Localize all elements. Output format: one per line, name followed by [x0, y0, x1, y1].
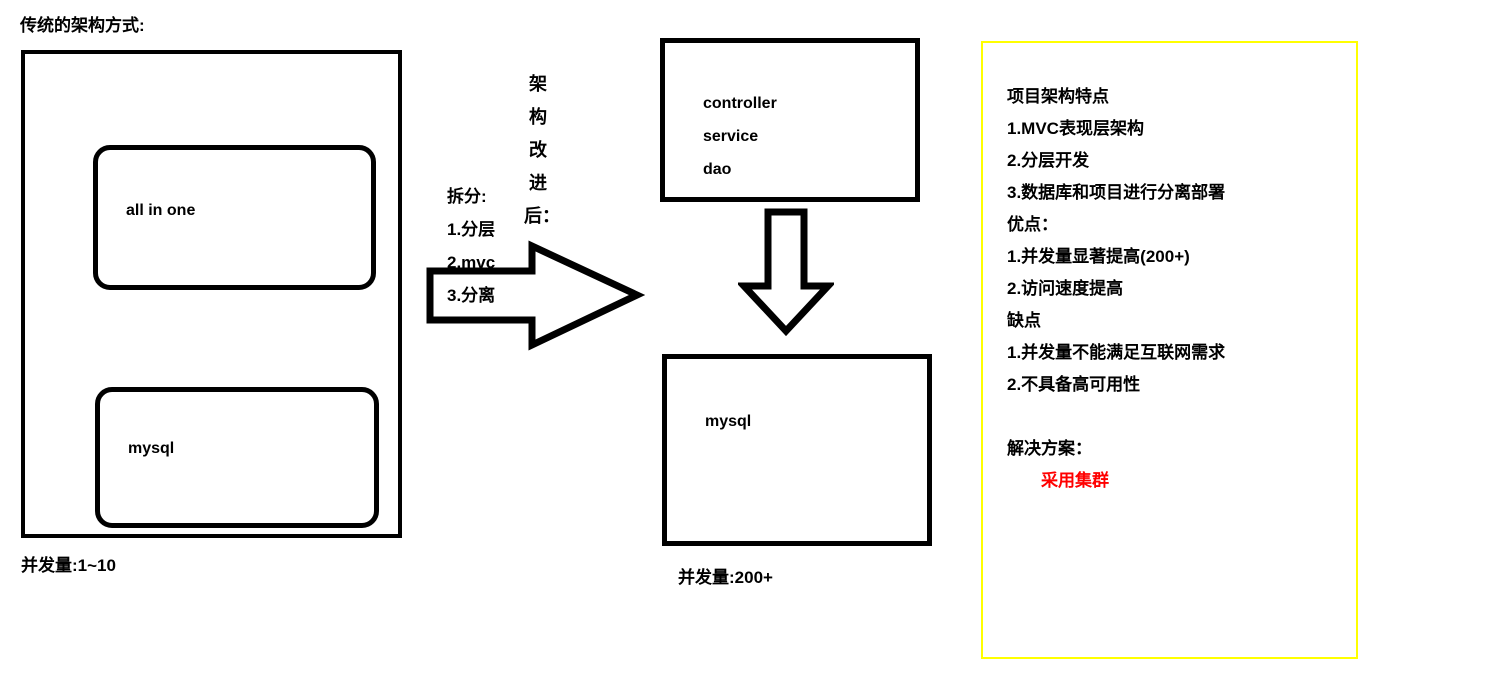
vertical-char-4: 进	[529, 173, 547, 193]
notes-list: 项目架构特点 1.MVC表现层架构 2.分层开发 3.数据库和项目进行分离部署 …	[1007, 81, 1348, 497]
note-line-9: 1.并发量不能满足互联网需求	[1007, 343, 1226, 362]
vertical-char-3: 改	[529, 140, 547, 160]
arrow-down-icon	[738, 208, 834, 337]
layer-controller: controller	[703, 95, 777, 112]
note-line-1: 项目架构特点	[1007, 87, 1109, 106]
layer-list: controller service dao	[703, 87, 777, 186]
split-item-2: 2.mvc	[447, 253, 496, 272]
split-item-1: 1.分层	[447, 220, 496, 239]
diagram-canvas: 传统的架构方式: all in one mysql 并发量:1~10 架 构 改…	[0, 0, 1489, 693]
layer-dao: dao	[703, 161, 732, 178]
note-line-2: 1.MVC表现层架构	[1007, 119, 1144, 138]
note-line-4: 3.数据库和项目进行分离部署	[1007, 183, 1226, 202]
vertical-char-1: 架	[529, 74, 547, 94]
vertical-char-2: 构	[529, 107, 547, 127]
split-heading: 拆分:	[447, 187, 487, 206]
legacy-mysql-box: mysql	[95, 387, 379, 528]
all-in-one-label: all in one	[126, 202, 196, 219]
split-item-3: 3.分离	[447, 286, 496, 305]
improved-concurrency-caption: 并发量:200+	[678, 568, 773, 587]
legacy-panel-title: 传统的架构方式:	[20, 16, 145, 35]
note-line-solution: 采用集群	[1041, 471, 1109, 490]
note-line-7: 2.访问速度提高	[1007, 279, 1124, 298]
note-line-6: 1.并发量显著提高(200+)	[1007, 247, 1190, 266]
layer-service: service	[703, 128, 759, 145]
split-strategy-list: 拆分: 1.分层 2.mvc 3.分离	[447, 180, 495, 312]
application-layers-box: controller service dao	[660, 38, 920, 202]
legacy-server-box: all in one mysql	[21, 50, 402, 538]
architecture-improved-vertical-label: 架 构 改 进 后：	[524, 68, 560, 233]
note-line-10: 2.不具备高可用性	[1007, 375, 1141, 394]
note-line-5: 优点：	[1007, 215, 1058, 234]
improved-mysql-box: mysql	[662, 354, 932, 546]
legacy-concurrency-caption: 并发量:1~10	[21, 556, 116, 575]
note-line-3: 2.分层开发	[1007, 151, 1090, 170]
legacy-mysql-label: mysql	[128, 440, 175, 457]
all-in-one-box: all in one	[93, 145, 376, 290]
note-line-12: 解决方案：	[1007, 439, 1092, 458]
note-line-8: 缺点	[1007, 311, 1041, 330]
architecture-notes-panel: 项目架构特点 1.MVC表现层架构 2.分层开发 3.数据库和项目进行分离部署 …	[981, 41, 1358, 659]
vertical-char-5: 后：	[524, 206, 560, 226]
note-line-11	[1007, 401, 1348, 433]
improved-mysql-label: mysql	[705, 413, 752, 430]
